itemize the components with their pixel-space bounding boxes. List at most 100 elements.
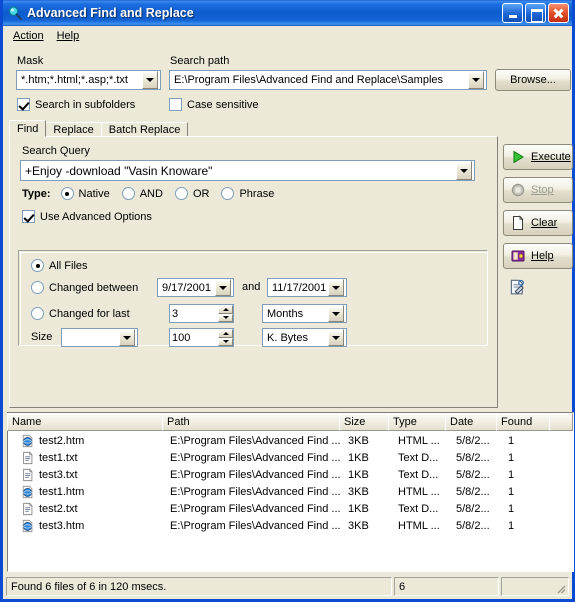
tab-batch-replace[interactable]: Batch Replace (100, 122, 189, 137)
cell-date: 5/8/2... (456, 451, 490, 464)
help-button[interactable]: Help (503, 243, 573, 269)
column-header-date[interactable]: Date (445, 413, 497, 431)
table-row[interactable]: test1.htm E:\Program Files\Advanced Find… (9, 483, 572, 500)
radio-changed-for-last[interactable]: Changed for last (31, 307, 130, 320)
date-to-combobox[interactable]: 11/17/2001 (267, 278, 347, 297)
results-listview[interactable]: Name Path Size Type Date Found test2.htm… (7, 412, 574, 572)
tab-find[interactable]: Find (9, 120, 47, 137)
date-from-dropdown-button[interactable] (215, 279, 231, 296)
last-count-spinner[interactable]: 3 (169, 304, 234, 323)
cell-date: 5/8/2... (456, 434, 490, 447)
search-subfolders-checkbox[interactable]: Search in subfolders (17, 98, 135, 111)
results-rows: test2.htm E:\Program Files\Advanced Find… (9, 432, 572, 570)
radio-all-files[interactable]: All Files (31, 259, 88, 272)
cell-found: 1 (508, 468, 515, 481)
spin-down-button[interactable] (218, 337, 233, 346)
tab-strip: Find Replace Batch Replace (9, 120, 189, 137)
column-header-name[interactable]: Name (7, 413, 163, 431)
cell-date: 5/8/2... (456, 502, 490, 515)
browse-button[interactable]: Browse... (495, 69, 571, 91)
radio-type-or[interactable]: OR (174, 187, 209, 200)
size-spin-buttons[interactable] (218, 329, 233, 346)
radio-type-phrase-label: Phrase (239, 187, 275, 200)
cell-name: test3.txt (39, 468, 78, 481)
last-unit-dropdown-button[interactable] (328, 305, 344, 322)
table-row[interactable]: test3.htm E:\Program Files\Advanced Find… (9, 517, 572, 534)
cell-date: 5/8/2... (456, 485, 490, 498)
date-from-combobox[interactable]: 9/17/2001 (157, 278, 234, 297)
minimize-button[interactable] (502, 3, 523, 23)
preview-document-icon[interactable] (508, 278, 526, 296)
radio-type-and[interactable]: AND (121, 187, 163, 200)
table-row[interactable]: test2.txt E:\Program Files\Advanced Find… (9, 500, 572, 517)
tab-replace[interactable]: Replace (45, 122, 102, 137)
chevron-down-icon (332, 285, 340, 290)
resize-grip-icon[interactable] (554, 582, 566, 594)
radio-type-phrase[interactable]: Phrase (221, 187, 274, 200)
text-file-icon (23, 451, 33, 464)
cell-path: E:\Program Files\Advanced Find ... (170, 468, 341, 481)
case-sensitive-checkbox[interactable]: Case sensitive (169, 98, 259, 111)
cell-path: E:\Program Files\Advanced Find ... (170, 434, 341, 447)
status-count: 6 (394, 577, 499, 596)
column-header-path[interactable]: Path (162, 413, 340, 431)
spin-up-button[interactable] (218, 329, 233, 338)
search-query-dropdown-button[interactable] (456, 161, 472, 180)
clear-button[interactable]: Clear (503, 210, 573, 236)
cell-type: Text D... (398, 451, 439, 464)
application-window: Advanced Find and Replace Action Help Ma… (0, 0, 575, 602)
last-count-spin-buttons[interactable] (218, 305, 233, 322)
cell-name: test2.htm (39, 434, 85, 447)
cell-size: 1KB (348, 451, 369, 464)
stop-button-label: Stop (531, 184, 554, 196)
table-row[interactable]: test3.txt E:\Program Files\Advanced Find… (9, 466, 572, 483)
table-row[interactable]: test1.txt E:\Program Files\Advanced Find… (9, 449, 572, 466)
table-row[interactable]: test2.htm E:\Program Files\Advanced Find… (9, 432, 572, 449)
chevron-down-icon (332, 335, 340, 340)
cell-name: test1.txt (39, 451, 78, 464)
cell-size: 1KB (348, 502, 369, 515)
menu-help[interactable]: Help (53, 28, 89, 44)
cell-path: E:\Program Files\Advanced Find ... (170, 519, 341, 532)
chevron-down-icon (460, 168, 468, 173)
spin-down-button[interactable] (218, 313, 233, 322)
title-bar[interactable]: Advanced Find and Replace (3, 0, 572, 26)
cell-name: test3.htm (39, 519, 85, 532)
stop-button[interactable]: Stop (503, 177, 573, 203)
size-unit-dropdown-button[interactable] (328, 329, 344, 346)
use-advanced-options-label: Use Advanced Options (40, 210, 152, 223)
execute-button[interactable]: Execute (503, 144, 573, 170)
use-advanced-options-checkbox[interactable]: Use Advanced Options (22, 210, 152, 223)
cell-name: test1.htm (39, 485, 85, 498)
book-icon (511, 250, 525, 262)
radio-type-native[interactable]: Native (60, 187, 110, 200)
column-header-type[interactable]: Type (388, 413, 446, 431)
close-button[interactable] (548, 3, 569, 23)
chevron-up-icon (222, 331, 229, 335)
search-query-label: Search Query (22, 145, 90, 157)
date-to-dropdown-button[interactable] (328, 279, 344, 296)
size-operator-dropdown-button[interactable] (119, 329, 135, 346)
cell-found: 1 (508, 434, 515, 447)
size-unit-combobox[interactable]: K. Bytes (262, 328, 347, 347)
mask-combobox[interactable]: *.htm;*.html;*.asp;*.txt (16, 70, 161, 90)
spin-up-button[interactable] (218, 305, 233, 314)
cell-type: HTML ... (398, 519, 440, 532)
column-header-size[interactable]: Size (339, 413, 389, 431)
window-title: Advanced Find and Replace (27, 6, 194, 20)
search-query-combobox[interactable]: +Enjoy -download "Vasin Knoware" (20, 160, 475, 181)
mask-dropdown-button[interactable] (142, 71, 158, 89)
size-operator-combobox[interactable] (61, 328, 138, 347)
maximize-button[interactable] (525, 3, 546, 23)
column-header-spacer[interactable] (549, 413, 573, 431)
last-unit-combobox[interactable]: Months (262, 304, 347, 323)
search-path-combobox[interactable]: E:\Program Files\Advanced Find and Repla… (169, 70, 487, 90)
size-value: 100 (172, 331, 191, 344)
search-path-dropdown-button[interactable] (468, 71, 484, 89)
size-value-spinner[interactable]: 100 (169, 328, 234, 347)
radio-changed-between[interactable]: Changed between (31, 281, 138, 294)
column-header-found[interactable]: Found (496, 413, 550, 431)
menu-action[interactable]: Action (9, 28, 53, 44)
cell-size: 3KB (348, 485, 369, 498)
radio-dot (121, 187, 135, 200)
